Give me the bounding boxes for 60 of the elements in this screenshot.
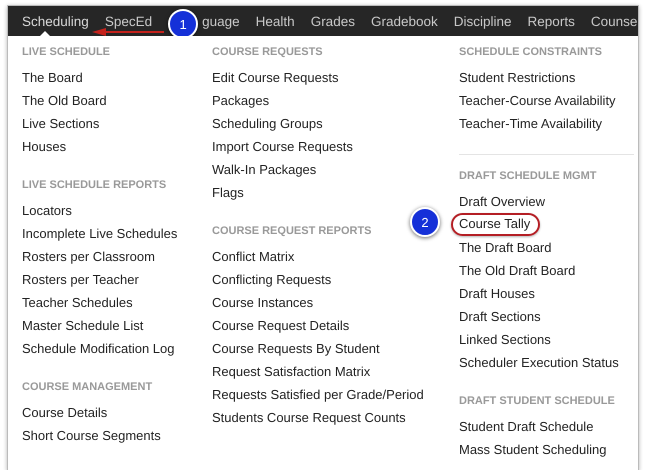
menu-item[interactable]: Rosters per Classroom — [22, 248, 155, 271]
menu-item[interactable]: Scheduling Groups — [212, 115, 323, 138]
menu-item[interactable]: Houses — [22, 138, 66, 161]
nav-tab[interactable]: Gradebook — [370, 14, 438, 28]
menu-item[interactable]: The Board — [22, 69, 83, 92]
menu-item[interactable]: Locators — [22, 202, 72, 225]
menu-item[interactable]: Linked Sections — [459, 331, 551, 354]
menu-item[interactable]: Students Course Request Counts — [212, 409, 406, 432]
menu-item[interactable]: Draft Houses — [459, 285, 535, 308]
menu-item[interactable]: The Old Draft Board — [459, 262, 576, 285]
menu-item[interactable]: Schedule Modification Log — [22, 340, 174, 363]
nav-tab[interactable]: Scheduling — [22, 6, 89, 36]
menu-item[interactable]: Short Course Segments — [22, 427, 161, 450]
callout-badge: 1 — [168, 9, 198, 36]
menu-item[interactable]: Import Course Requests — [212, 138, 353, 161]
nav-tab[interactable]: Discipline — [454, 14, 512, 28]
nav-tab[interactable]: Grades — [310, 14, 355, 28]
menu-item[interactable]: Master Schedule List — [22, 317, 144, 340]
menu-item[interactable]: Course Tally — [451, 213, 540, 236]
menu-item[interactable]: The Draft Board — [459, 239, 552, 262]
nav-tab[interactable]: guage — [202, 14, 240, 28]
callout-badge: 2 — [410, 207, 440, 237]
menu-item[interactable]: Student Restrictions — [459, 69, 576, 92]
menu-item[interactable]: Requests Satisfied per Grade/Period — [212, 386, 424, 409]
section-heading: DRAFT STUDENT SCHEDULE — [459, 394, 615, 409]
menu-item[interactable]: Live Sections — [22, 115, 100, 138]
menu-item[interactable]: Teacher-Course Availability — [459, 92, 616, 115]
menu-item[interactable]: Edit Course Requests — [212, 69, 338, 92]
menu-item[interactable]: Rosters per Teacher — [22, 271, 139, 294]
nav-tab[interactable]: Health — [256, 14, 295, 28]
section-heading: LIVE SCHEDULE — [22, 45, 110, 60]
section-heading: COURSE MANAGEMENT — [22, 380, 152, 395]
menu-item[interactable]: Scheduler Execution Status — [459, 354, 619, 377]
menu-item[interactable]: Teacher-Time Availability — [459, 115, 602, 138]
menu-item[interactable]: Incomplete Live Schedules — [22, 225, 178, 248]
menu-item[interactable]: The Old Board — [22, 92, 107, 115]
menu-item[interactable]: Mass Student Scheduling — [459, 441, 606, 464]
menu-item[interactable]: Course Details — [22, 404, 108, 427]
menu-item[interactable]: Conflicting Requests — [212, 271, 332, 294]
arrow-icon — [92, 28, 164, 36]
menu-item[interactable]: Student Draft Schedule — [459, 418, 594, 441]
menu-item[interactable]: Course Requests By Student — [212, 340, 380, 363]
menu-item[interactable]: Packages — [212, 92, 270, 115]
menu-item[interactable]: Walk-In Packages — [212, 161, 316, 184]
menu-item[interactable]: Course Request Details — [212, 317, 350, 340]
nav-tab[interactable]: Counse — [590, 14, 638, 28]
section-heading: SCHEDULE CONSTRAINTS — [459, 45, 602, 60]
menu-item[interactable]: Draft Overview — [459, 193, 545, 216]
menu-item[interactable]: Teacher Schedules — [22, 294, 133, 317]
menu-item[interactable]: Draft Sections — [459, 308, 541, 331]
menu-item[interactable]: Flags — [212, 184, 244, 207]
section-heading: COURSE REQUEST REPORTS — [212, 224, 372, 239]
nav-tab[interactable]: Reports — [528, 14, 575, 28]
menu-item[interactable]: Request Satisfaction Matrix — [212, 363, 370, 386]
section-heading: DRAFT SCHEDULE MGMT — [459, 169, 596, 184]
menu-item[interactable]: Course Instances — [212, 294, 314, 317]
menu-item[interactable]: Conflict Matrix — [212, 248, 294, 271]
nav-tab[interactable]: SpecEd — [104, 14, 152, 28]
section-heading: COURSE REQUESTS — [212, 45, 323, 60]
section-heading: LIVE SCHEDULE REPORTS — [22, 178, 166, 193]
